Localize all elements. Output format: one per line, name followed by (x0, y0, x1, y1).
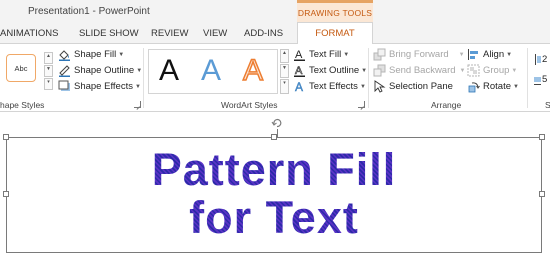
tab-review[interactable]: REVIEW (151, 28, 188, 39)
text-outline-label: Text Outline (309, 65, 360, 76)
rotate-label: Rotate (483, 81, 511, 92)
shape-width-value: 5 (542, 74, 548, 85)
shape-style-thumbnail[interactable]: Abc (6, 54, 36, 82)
group-icon (467, 64, 480, 77)
drawing-tools-header: DRAWING TOOLS (297, 0, 373, 22)
align-icon (467, 48, 480, 61)
text-effects-icon: A (293, 80, 306, 94)
text-effects-button[interactable]: A Text Effects ▼ (293, 79, 366, 94)
shape-outline-button[interactable]: Shape Outline ▼ (58, 63, 142, 78)
group-label-shape-styles: hape Styles (0, 100, 45, 110)
chevron-down-icon: ▼ (513, 83, 519, 90)
send-backward-button[interactable]: Send Backward ▼ (373, 63, 466, 78)
group-label: Group (483, 65, 510, 76)
tab-format[interactable]: FORMAT (297, 22, 373, 45)
shape-effects-icon (58, 80, 71, 93)
height-icon (533, 53, 541, 66)
shape-effects-button[interactable]: Shape Effects ▼ (58, 79, 141, 94)
send-backward-icon (373, 64, 386, 77)
shape-effects-label: Shape Effects (74, 81, 133, 92)
chevron-down-icon: ▼ (458, 51, 465, 58)
tab-animations[interactable]: ANIMATIONS (0, 28, 58, 39)
selection-pane-icon (373, 80, 386, 93)
align-label: Align (483, 49, 505, 60)
chevron-down-icon: ▼ (359, 83, 366, 90)
text-fill-label: Text Fill (309, 49, 342, 60)
chevron-down-icon: ▼ (118, 51, 125, 58)
selection-pane-button[interactable]: Selection Pane (373, 79, 453, 94)
group-divider (527, 48, 528, 108)
wordart-scroll-down[interactable]: ▼ (280, 64, 289, 78)
group-divider (368, 48, 369, 108)
text-fill-icon: A (293, 48, 306, 61)
shape-outline-label: Shape Outline (74, 65, 135, 76)
shape-outline-icon (58, 64, 71, 77)
shape-fill-label: Shape Fill (74, 49, 117, 60)
rotate-icon (467, 80, 480, 93)
tab-slide-show[interactable]: SLIDE SHOW (79, 28, 139, 39)
chevron-down-icon: ▼ (459, 67, 466, 74)
group-label-arrange: Arrange (431, 100, 462, 110)
text-outline-button[interactable]: A Text Outline ▼ (293, 63, 367, 78)
bring-forward-label: Bring Forward (389, 49, 449, 60)
send-backward-label: Send Backward (389, 65, 456, 76)
shape-styles-launcher-icon[interactable] (134, 101, 141, 108)
chevron-down-icon: ▼ (136, 67, 143, 74)
bring-forward-button[interactable]: Bring Forward ▼ (373, 47, 465, 62)
wordart-gallery[interactable]: A A A (148, 49, 278, 94)
chevron-down-icon: ▼ (511, 67, 518, 74)
gallery-more[interactable]: ▾ (44, 78, 53, 90)
shape-fill-icon (58, 48, 71, 61)
tab-add-ins[interactable]: ADD-INS (244, 28, 283, 39)
group-label-wordart-styles: WordArt Styles (221, 100, 278, 110)
group-label-size: S (545, 100, 550, 110)
align-button[interactable]: Align ▼ (467, 47, 512, 62)
wordart-style-orange-outline[interactable]: A (242, 53, 264, 88)
wordart-gallery-more[interactable]: ▾ (280, 79, 289, 94)
resize-handle-top-left[interactable] (3, 134, 9, 140)
resize-handle-top[interactable] (271, 134, 277, 140)
chevron-down-icon: ▼ (343, 51, 350, 58)
chevron-down-icon: ▼ (506, 51, 513, 58)
tab-view[interactable]: VIEW (203, 28, 227, 39)
ribbon-tab-row: ANIMATIONS SLIDE SHOW REVIEW VIEW ADD-IN… (0, 22, 550, 45)
shape-fill-button[interactable]: Shape Fill ▼ (58, 47, 124, 62)
shape-height-field[interactable]: 2 (533, 52, 547, 67)
chevron-down-icon: ▼ (361, 67, 368, 74)
title-bar: Presentation1 - PowerPoint (0, 0, 550, 22)
selection-pane-label: Selection Pane (389, 81, 453, 92)
rotate-handle-icon[interactable] (271, 117, 283, 129)
group-divider (143, 48, 144, 108)
ribbon: Abc ▲ ▼ ▾ Shape Fill ▼ Shape Outline ▼ Sha… (0, 44, 550, 112)
wordart-scroll-up[interactable]: ▲ (280, 49, 289, 63)
chevron-down-icon: ▼ (134, 83, 141, 90)
window-title: Presentation1 - PowerPoint (28, 6, 150, 17)
svg-text:A: A (295, 65, 303, 77)
text-outline-icon: A (293, 64, 306, 77)
shape-height-value: 2 (542, 54, 548, 65)
slide-text-line-1[interactable]: Pattern Fill (6, 145, 542, 195)
svg-text:A: A (295, 49, 303, 61)
wordart-style-blue[interactable]: A (201, 54, 221, 88)
svg-text:A: A (295, 80, 303, 93)
wordart-style-black[interactable]: A (159, 54, 179, 88)
shape-width-field[interactable]: 5 (533, 72, 547, 87)
gallery-scroll-down[interactable]: ▼ (44, 65, 53, 77)
gallery-scroll-up[interactable]: ▲ (44, 52, 53, 64)
bring-forward-icon (373, 48, 386, 61)
slide-text-line-2[interactable]: for Text (6, 193, 542, 243)
width-icon (533, 73, 541, 86)
wordart-styles-launcher-icon[interactable] (358, 101, 365, 108)
rotate-button[interactable]: Rotate ▼ (467, 79, 519, 94)
text-effects-label: Text Effects (309, 81, 358, 92)
resize-handle-top-right[interactable] (539, 134, 545, 140)
text-fill-button[interactable]: A Text Fill ▼ (293, 47, 349, 62)
group-button[interactable]: Group ▼ (467, 63, 517, 78)
rotate-handle-stem (277, 129, 278, 137)
